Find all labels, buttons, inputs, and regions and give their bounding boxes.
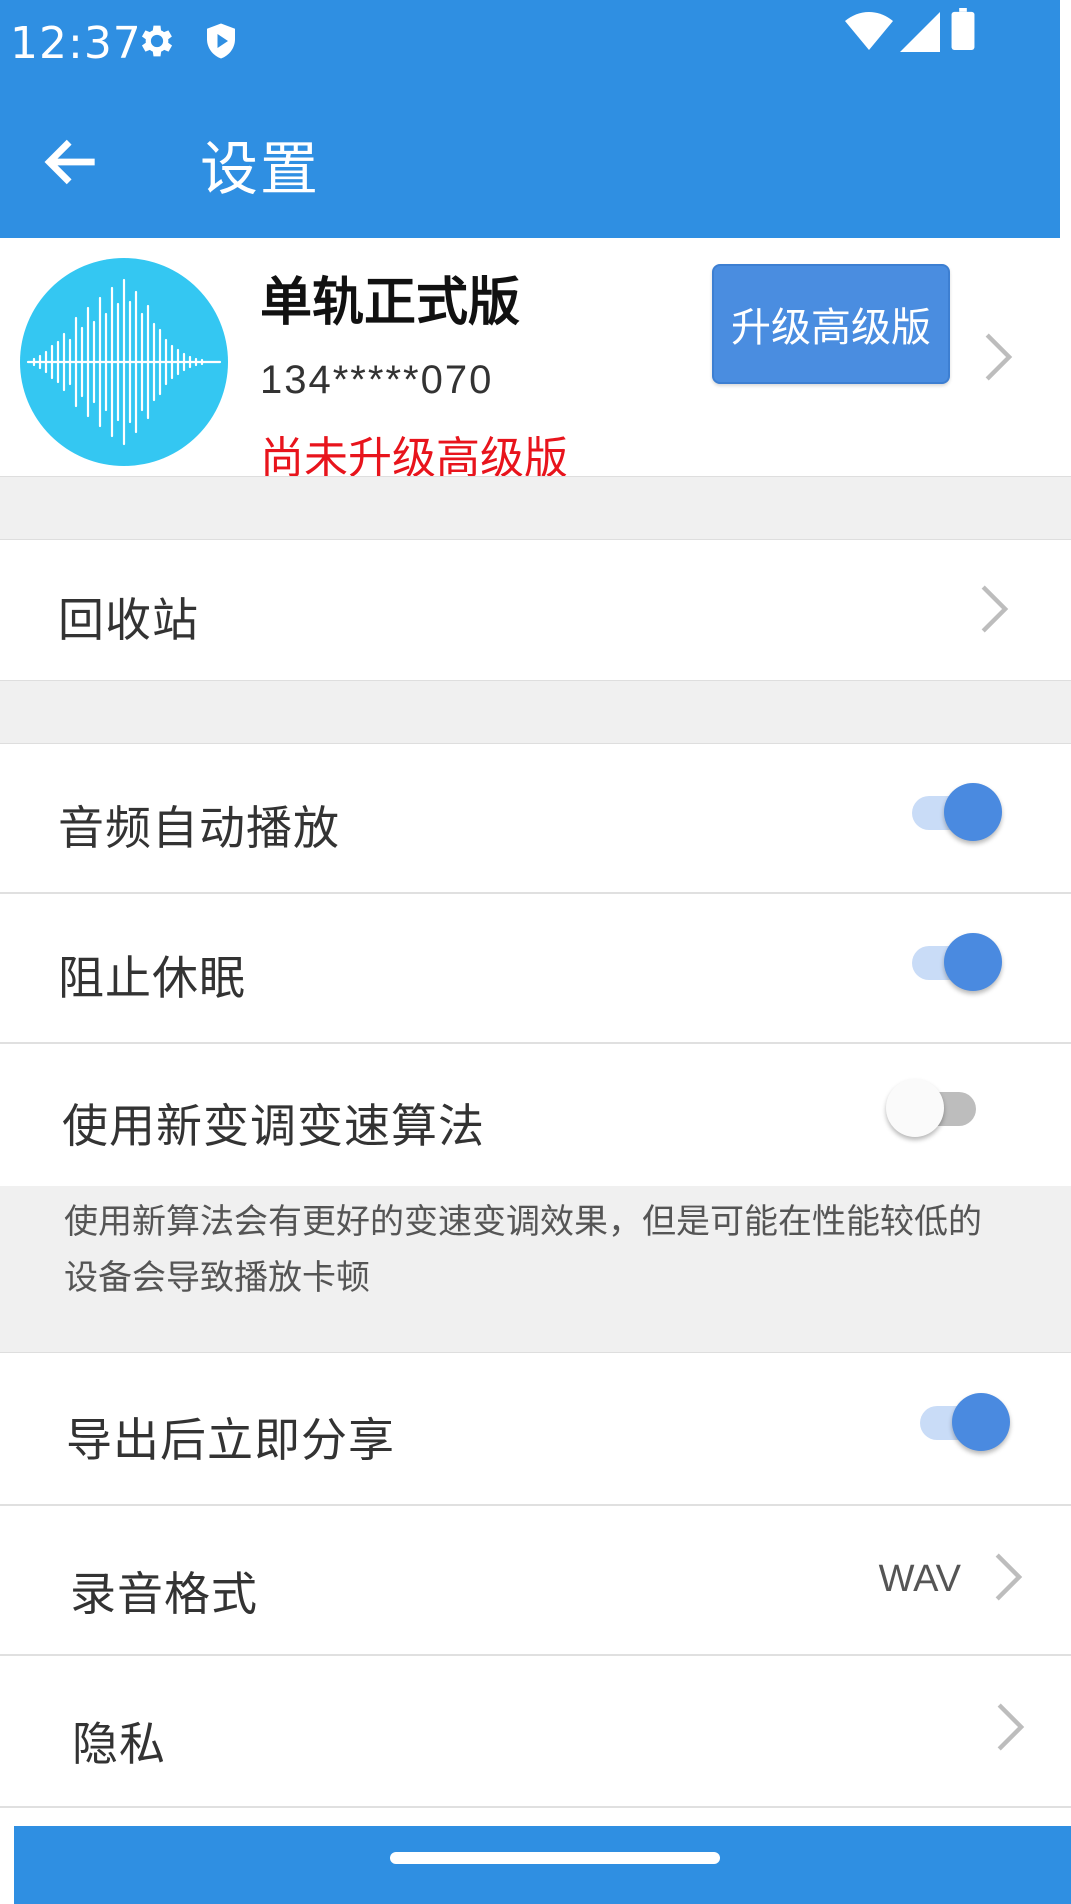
privacy-label: 隐私	[72, 1717, 166, 1771]
new-algorithm-row[interactable]: 使用新变调变速算法	[0, 1044, 1071, 1186]
status-time: 12:37	[10, 18, 142, 69]
chevron-right-icon	[994, 1700, 1028, 1754]
share-after-export-label: 导出后立即分享	[66, 1413, 395, 1467]
recycle-bin-label: 回收站	[58, 593, 199, 647]
app-bar: 12:37 设置	[0, 0, 1060, 238]
profile-phone: 134*****070	[260, 358, 494, 402]
avatar	[20, 258, 228, 466]
chevron-right-icon	[978, 582, 1012, 636]
section-gap	[0, 680, 1071, 744]
shield-icon	[200, 20, 242, 62]
new-algorithm-label: 使用新变调变速算法	[62, 1099, 485, 1153]
waveform-icon	[26, 278, 222, 446]
arrow-left-icon	[44, 139, 95, 185]
wifi-icon	[844, 12, 894, 52]
settings-screen: 12:37 设置 单轨正式版 134*****070 尚未升级高级版 升级高级版…	[0, 0, 1071, 1904]
profile-section[interactable]: 单轨正式版 134*****070 尚未升级高级版 升级高级版	[0, 238, 1071, 484]
chevron-right-icon	[982, 330, 1016, 384]
auto-play-label: 音频自动播放	[58, 801, 340, 855]
share-after-export-toggle[interactable]	[914, 1390, 1010, 1454]
upgrade-button[interactable]: 升级高级版	[712, 264, 950, 384]
auto-play-toggle[interactable]	[906, 780, 1002, 844]
prevent-sleep-toggle[interactable]	[906, 930, 1002, 994]
privacy-row[interactable]: 隐私	[0, 1656, 1071, 1806]
battery-icon	[950, 8, 976, 50]
record-format-label: 录音格式	[70, 1567, 258, 1621]
gear-icon	[136, 20, 178, 62]
divider	[0, 1806, 1071, 1808]
system-navigation-bar	[14, 1826, 1071, 1904]
chevron-right-icon	[992, 1550, 1026, 1604]
profile-name: 单轨正式版	[260, 273, 521, 333]
home-gesture-handle[interactable]	[390, 1852, 720, 1864]
prevent-sleep-label: 阻止休眠	[58, 951, 246, 1005]
new-algorithm-toggle[interactable]	[886, 1076, 982, 1140]
new-algorithm-description-block: 使用新算法会有更好的变速变调效果，但是可能在性能较低的设备会导致播放卡顿	[0, 1186, 1071, 1353]
record-format-value: WAV	[878, 1558, 961, 1600]
section-gap	[0, 476, 1071, 540]
new-algorithm-description: 使用新算法会有更好的变速变调效果，但是可能在性能较低的设备会导致播放卡顿	[64, 1202, 982, 1298]
page-title: 设置	[200, 135, 321, 203]
recycle-bin-row[interactable]: 回收站	[0, 540, 1071, 680]
signal-icon	[900, 12, 940, 52]
auto-play-row[interactable]: 音频自动播放	[0, 744, 1071, 892]
back-button[interactable]	[38, 128, 106, 196]
share-after-export-row[interactable]: 导出后立即分享	[0, 1354, 1071, 1504]
record-format-row[interactable]: 录音格式 WAV	[0, 1506, 1071, 1654]
prevent-sleep-row[interactable]: 阻止休眠	[0, 894, 1071, 1042]
